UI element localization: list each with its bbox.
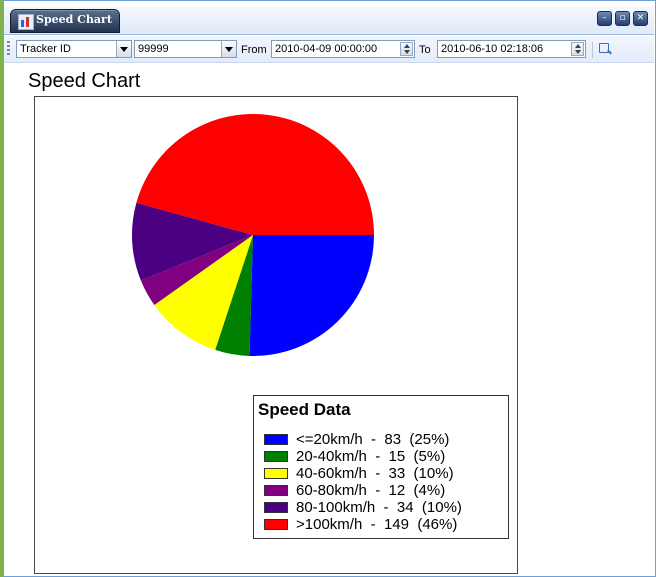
search-icon[interactable] xyxy=(598,42,612,56)
page-title: Speed Chart xyxy=(28,70,141,92)
filter-field-value: Tracker ID xyxy=(20,43,71,55)
filter-value-select[interactable]: 99999 xyxy=(134,40,237,58)
from-datetime-value: 2010-04-09 00:00:00 xyxy=(275,43,378,55)
legend-label: <=20km/h - 83 (25%) xyxy=(296,431,450,448)
legend-label: 60-80km/h - 12 (4%) xyxy=(296,482,446,499)
from-spinner-icon[interactable] xyxy=(400,42,413,56)
toolbar-grip-icon[interactable] xyxy=(7,41,10,57)
chart-area: Speed Data <=20km/h - 83 (25%) 20-40km/h … xyxy=(34,96,518,574)
legend-swatch xyxy=(264,502,288,513)
close-icon[interactable]: ✕ xyxy=(633,11,648,26)
legend-label: 40-60km/h - 33 (10%) xyxy=(296,465,454,482)
legend-swatch xyxy=(264,468,288,479)
to-datetime-input[interactable]: 2010-06-10 02:18:06 xyxy=(437,40,586,58)
legend-title: Speed Data xyxy=(258,400,351,419)
minimize-icon[interactable]: – xyxy=(597,11,612,26)
filter-toolbar: Tracker ID 99999 From 2010-04-09 00:00:0… xyxy=(4,36,654,63)
from-label: From xyxy=(241,44,267,56)
filter-field-select[interactable]: Tracker ID xyxy=(16,40,132,58)
legend-label: 20-40km/h - 15 (5%) xyxy=(296,448,446,465)
from-datetime-input[interactable]: 2010-04-09 00:00:00 xyxy=(271,40,415,58)
chart-icon xyxy=(18,14,34,30)
filter-value-text: 99999 xyxy=(138,43,169,55)
window-controls: – ▫ ✕ xyxy=(597,11,648,26)
legend-label: >100km/h - 149 (46%) xyxy=(296,516,458,533)
restore-icon[interactable]: ▫ xyxy=(615,11,630,26)
to-datetime-value: 2010-06-10 02:18:06 xyxy=(441,43,544,55)
legend-label: 80-100km/h - 34 (10%) xyxy=(296,499,462,516)
chevron-down-icon[interactable] xyxy=(221,41,236,57)
chevron-down-icon[interactable] xyxy=(116,41,131,57)
legend-swatch xyxy=(264,485,288,496)
title-bar: Speed Chart – ▫ ✕ xyxy=(4,6,654,35)
legend-swatch xyxy=(264,434,288,445)
to-label: To xyxy=(419,44,431,56)
chart-legend: Speed Data <=20km/h - 83 (25%) 20-40km/h … xyxy=(253,395,509,539)
legend-swatch xyxy=(264,519,288,530)
legend-swatch xyxy=(264,451,288,462)
to-spinner-icon[interactable] xyxy=(571,42,584,56)
window-left-accent xyxy=(0,0,4,577)
pie-slice-0 xyxy=(249,235,374,356)
window-title: Speed Chart xyxy=(36,13,112,26)
toolbar-separator xyxy=(592,42,593,58)
window-tab[interactable]: Speed Chart xyxy=(10,9,120,33)
